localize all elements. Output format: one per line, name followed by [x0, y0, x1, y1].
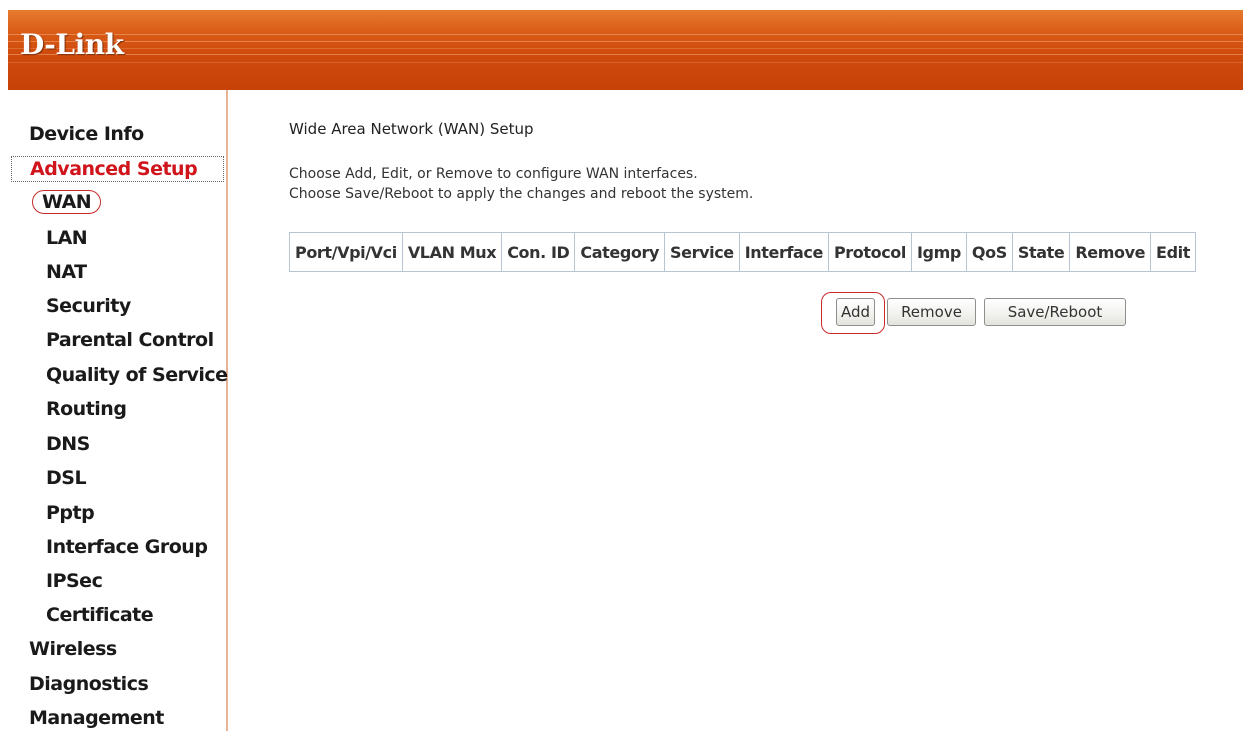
sidebar-item-diagnostics[interactable]: Diagnostics	[29, 672, 149, 696]
sidebar-item-nat[interactable]: NAT	[46, 260, 87, 284]
sidebar-item-device-info[interactable]: Device Info	[29, 122, 144, 146]
page-description-line-1: Choose Add, Edit, or Remove to configure…	[289, 166, 698, 182]
column-header-edit: Edit	[1150, 232, 1196, 272]
save-reboot-button[interactable]: Save/Reboot	[984, 298, 1126, 326]
column-header-vlan-mux: VLAN Mux	[401, 232, 503, 272]
remove-button[interactable]: Remove	[887, 298, 976, 326]
sidebar-item-label: WAN	[32, 190, 102, 214]
column-header-protocol: Protocol	[827, 232, 912, 272]
sidebar-item-advanced-setup[interactable]: Advanced Setup	[11, 156, 224, 182]
sidebar-item-dns[interactable]: DNS	[46, 432, 90, 456]
dlink-logo[interactable]: D-Link	[20, 28, 124, 61]
column-header-remove: Remove	[1069, 232, 1152, 272]
column-header-port-vpi-vci: Port/Vpi/Vci	[289, 232, 403, 272]
sidebar-item-wan[interactable]: WAN	[32, 190, 102, 214]
page-description-line-2: Choose Save/Reboot to apply the changes …	[289, 186, 754, 202]
column-header-service: Service	[664, 232, 740, 272]
column-header-qos: QoS	[965, 232, 1013, 272]
sidebar-item-wireless[interactable]: Wireless	[29, 637, 117, 661]
header-banner: D-Link	[8, 10, 1243, 90]
add-button[interactable]: Add	[836, 298, 875, 326]
table-header-row: Port/Vpi/Vci VLAN Mux Con. ID Category S…	[289, 232, 1196, 272]
sidebar-item-label: Advanced Setup	[30, 158, 198, 180]
sidebar-item-interface-group[interactable]: Interface Group	[46, 535, 208, 559]
sidebar-item-security[interactable]: Security	[46, 294, 131, 318]
column-header-state: State	[1011, 232, 1071, 272]
sidebar-item-quality-of-service[interactable]: Quality of Service	[46, 363, 228, 387]
column-header-igmp: Igmp	[910, 232, 967, 272]
sidebar-item-certificate[interactable]: Certificate	[46, 603, 154, 627]
sidebar-item-management[interactable]: Management	[29, 706, 164, 730]
column-header-interface: Interface	[738, 232, 829, 272]
sidebar-item-lan[interactable]: LAN	[46, 226, 88, 250]
sidebar-item-routing[interactable]: Routing	[46, 397, 127, 421]
sidebar-item-ipsec[interactable]: IPSec	[46, 569, 103, 593]
logo-text: D-Link	[20, 28, 124, 61]
sidebar-item-parental-control[interactable]: Parental Control	[46, 328, 214, 352]
wan-interfaces-table: Port/Vpi/Vci VLAN Mux Con. ID Category S…	[289, 232, 1196, 272]
sidebar-item-pptp[interactable]: Pptp	[46, 501, 95, 525]
sidebar-item-dsl[interactable]: DSL	[46, 466, 87, 490]
page-title: Wide Area Network (WAN) Setup	[289, 120, 534, 138]
column-header-category: Category	[574, 232, 666, 272]
column-header-con-id: Con. ID	[501, 232, 576, 272]
